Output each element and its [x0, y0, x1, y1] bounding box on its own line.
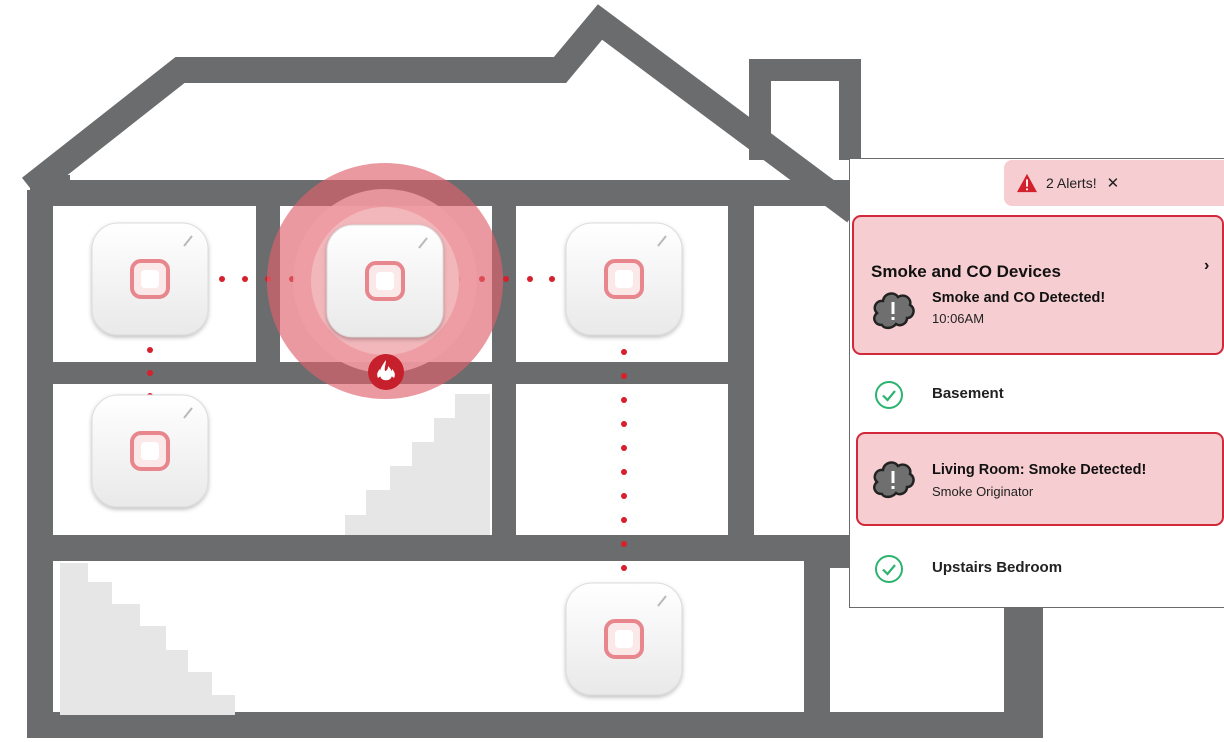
flame-icon — [368, 354, 404, 390]
detector-basement — [565, 582, 683, 696]
room-row-upstairs-bedroom[interactable]: Upstairs Bedroom — [850, 544, 1224, 594]
check-circle-icon — [875, 381, 903, 409]
room-name: Living Room: Smoke Detected! — [932, 462, 1147, 478]
staircase-lower — [60, 563, 235, 715]
room-name: Upstairs Bedroom — [932, 559, 1063, 576]
smoke-cloud-icon — [873, 292, 915, 330]
chevron-right-icon[interactable]: › — [1204, 257, 1209, 275]
detector-living-room — [326, 224, 444, 338]
close-icon[interactable]: ✕ — [1107, 174, 1120, 192]
check-circle-icon — [875, 555, 903, 583]
room-row-basement[interactable]: Basement — [850, 370, 1224, 420]
room-name: Basement — [932, 385, 1004, 402]
warning-triangle-icon — [1017, 173, 1037, 193]
room-subtitle: Smoke Originator — [932, 484, 1034, 499]
detector-middle-left — [91, 394, 209, 508]
device-group-card[interactable]: Smoke and CO Devices › Smoke and CO Dete… — [852, 215, 1224, 355]
group-event-time: 10:06AM — [932, 311, 985, 326]
group-event-title: Smoke and CO Detected! — [932, 290, 1106, 306]
device-group-title: Smoke and CO Devices — [871, 262, 1061, 281]
detector-upstairs-left — [91, 222, 209, 336]
room-row-living-room[interactable]: Living Room: Smoke Detected! Smoke Origi… — [856, 432, 1224, 526]
smoke-cloud-icon — [873, 461, 915, 499]
alerts-count-label: 2 Alerts! — [1046, 175, 1097, 191]
alerts-badge[interactable]: 2 Alerts! ✕ — [1004, 160, 1224, 206]
detector-upstairs-right — [565, 222, 683, 336]
staircase-upper — [345, 394, 490, 535]
